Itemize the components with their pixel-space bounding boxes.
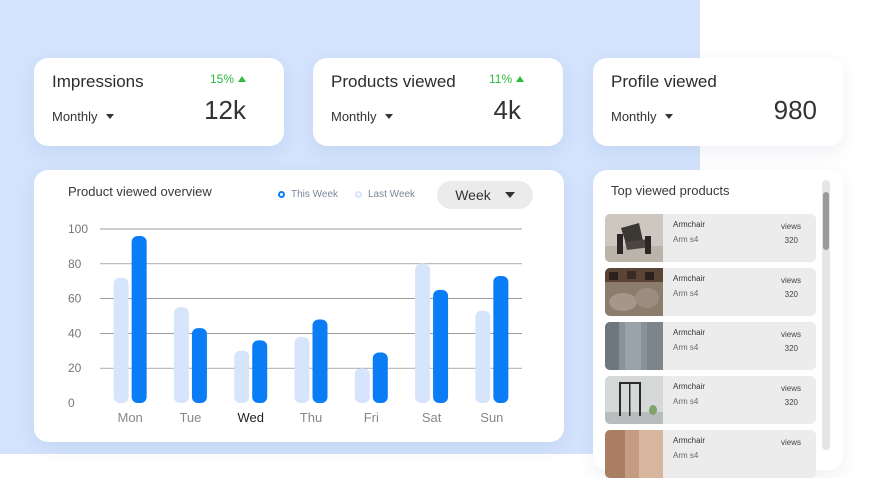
views-label: views xyxy=(780,384,801,393)
overview-chart-card: Product viewed overview This Week Last W… xyxy=(34,170,564,442)
period-label: Monthly xyxy=(52,109,98,124)
views-label: views xyxy=(780,222,801,231)
period-dropdown[interactable]: Monthly xyxy=(331,109,393,124)
bar-this-week xyxy=(433,289,449,403)
x-tick-label: Sun xyxy=(480,410,503,425)
bar-this-week xyxy=(252,340,268,403)
product-code: Arm s4 xyxy=(673,343,699,352)
scrollbar-thumb[interactable] xyxy=(823,192,829,250)
product-thumbnail xyxy=(605,268,663,316)
bar-this-week xyxy=(493,275,509,403)
bar-chart: 0 20 40 60 80 100 Mon Tue Wed Thu Fri Sat Sun xyxy=(68,222,522,425)
views-count: 320 xyxy=(784,290,798,299)
views-label: views xyxy=(780,330,801,339)
trend-up-icon xyxy=(516,76,525,82)
period-dropdown[interactable]: Monthly xyxy=(52,109,114,124)
x-tick-label: Wed xyxy=(237,410,264,425)
product-item[interactable]: Armchair Arm s4 views 320 xyxy=(605,268,816,316)
bar-this-week xyxy=(372,352,388,403)
stat-value: 980 xyxy=(773,95,817,125)
product-item[interactable]: Armchair Arm s4 views 320 xyxy=(605,322,816,370)
views-count: 320 xyxy=(784,236,798,245)
views-count: 320 xyxy=(784,344,798,353)
caret-down-icon xyxy=(384,114,393,119)
x-tick-label: Mon xyxy=(117,410,142,425)
y-tick-label: 40 xyxy=(68,326,82,340)
y-tick-label: 0 xyxy=(68,396,75,410)
delta-badge: 15% xyxy=(210,72,247,86)
product-name: Armchair xyxy=(673,436,706,445)
product-code: Arm s4 xyxy=(673,235,699,244)
product-name: Armchair xyxy=(673,328,706,337)
product-name: Armchair xyxy=(673,274,706,283)
products-viewed-card: Products viewed 11% Monthly 4k xyxy=(313,58,563,146)
card-title: Impressions xyxy=(52,72,144,91)
period-label: Monthly xyxy=(611,109,657,124)
y-tick-label: 20 xyxy=(68,361,82,375)
product-code: Arm s4 xyxy=(673,451,699,460)
bar-last-week xyxy=(294,336,310,403)
card-title: Products viewed xyxy=(331,72,456,91)
product-item[interactable]: Armchair Arm s4 views 320 xyxy=(605,214,816,262)
x-tick-label: Sat xyxy=(422,410,442,425)
bar-last-week xyxy=(415,263,431,403)
delta-value: 11% xyxy=(489,72,513,86)
views-count: 320 xyxy=(784,398,798,407)
card-title: Profile viewed xyxy=(611,72,717,91)
x-tick-label: Tue xyxy=(179,410,201,425)
y-tick-label: 60 xyxy=(68,292,82,306)
product-name: Armchair xyxy=(673,220,706,229)
x-tick-label: Thu xyxy=(300,410,322,425)
top-products-card: Top viewed products Armchair Arm s4 view… xyxy=(593,170,843,478)
bar-last-week xyxy=(234,350,250,403)
product-code: Arm s4 xyxy=(673,289,699,298)
delta-badge: 11% xyxy=(489,72,525,86)
caret-down-icon xyxy=(664,114,673,119)
caret-down-icon xyxy=(105,114,114,119)
product-item[interactable]: Armchair Arm s4 views xyxy=(605,430,816,478)
bar-last-week xyxy=(475,310,491,403)
bar-last-week xyxy=(354,368,370,403)
y-tick-label: 100 xyxy=(68,222,88,236)
bar-this-week xyxy=(191,328,207,403)
bar-last-week xyxy=(173,307,189,403)
profile-viewed-card: Profile viewed Monthly 980 xyxy=(593,58,843,146)
delta-value: 15% xyxy=(210,72,235,86)
trend-up-icon xyxy=(238,76,247,82)
product-thumbnail xyxy=(605,322,663,370)
y-tick-label: 80 xyxy=(68,257,82,271)
stat-value: 4k xyxy=(493,95,521,125)
views-label: views xyxy=(780,276,801,285)
period-label: Monthly xyxy=(331,109,377,124)
x-tick-label: Fri xyxy=(364,410,379,425)
stat-value: 12k xyxy=(204,95,246,125)
period-dropdown[interactable]: Monthly xyxy=(611,109,673,124)
impressions-card: Impressions 15% Monthly 12k xyxy=(34,58,284,146)
bar-last-week xyxy=(113,277,129,403)
product-item[interactable]: Armchair Arm s4 views 320 xyxy=(605,376,816,424)
bar-this-week xyxy=(312,319,328,403)
product-thumbnail xyxy=(605,430,663,478)
bar-this-week xyxy=(131,235,147,403)
top-products-title: Top viewed products xyxy=(611,183,730,198)
armchair-thumbnail xyxy=(605,214,663,262)
product-code: Arm s4 xyxy=(673,397,699,406)
product-name: Armchair xyxy=(673,382,706,391)
product-thumbnail xyxy=(605,376,663,424)
views-label: views xyxy=(780,438,801,447)
